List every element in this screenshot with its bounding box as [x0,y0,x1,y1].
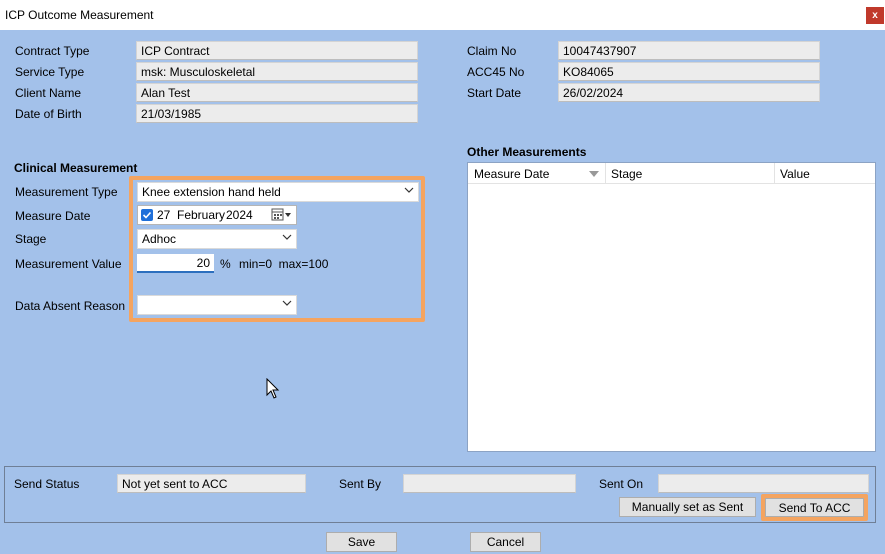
contract-type-label: Contract Type [15,44,90,58]
sent-on-field [658,474,869,493]
acc45-label: ACC45 No [467,65,525,79]
grid-header: Measure Date Stage Value [468,163,875,184]
measurement-type-label: Measurement Type [15,185,118,199]
manually-set-as-sent-button[interactable]: Manually set as Sent [619,497,756,517]
measure-date-day[interactable]: 27 [157,208,170,222]
close-button[interactable]: x [866,7,884,24]
measurement-type-select[interactable]: Knee extension hand held [137,182,419,202]
service-type-field: msk: Musculoskeletal [136,62,418,81]
chevron-down-icon [282,234,292,240]
measurement-unit: % [220,257,231,271]
calendar-icon[interactable] [271,208,291,222]
measure-date-year[interactable]: 2024 [226,208,253,222]
send-status-label: Send Status [14,477,80,491]
client-name-label: Client Name [15,86,82,100]
send-to-acc-button[interactable]: Send To ACC [765,498,864,517]
stage-label: Stage [15,232,47,246]
measure-date-label: Measure Date [15,209,91,223]
sent-by-label: Sent By [339,477,382,491]
chevron-down-icon [404,187,414,193]
title-bar: ICP Outcome Measurement x [0,0,885,30]
data-absent-reason-select[interactable] [137,295,297,315]
measure-date-checkbox[interactable] [141,209,153,221]
save-button[interactable]: Save [326,532,397,552]
checkmark-icon [142,211,152,219]
cancel-button[interactable]: Cancel [470,532,541,552]
sent-on-label: Sent On [599,477,644,491]
start-date-field: 26/02/2024 [558,83,820,102]
measure-date-month[interactable]: February [177,208,225,222]
mouse-cursor-icon [266,378,280,399]
column-header-stage[interactable]: Stage [605,163,775,184]
contract-type-field: ICP Contract [136,41,418,60]
window-title: ICP Outcome Measurement [5,8,154,22]
send-status-field: Not yet sent to ACC [117,474,306,493]
measure-date-picker[interactable]: 27 February 2024 [137,205,297,225]
column-header-measure-date[interactable]: Measure Date [468,163,606,184]
start-date-label: Start Date [467,86,522,100]
column-header-value[interactable]: Value [774,163,875,184]
measurement-type-value: Knee extension hand held [142,185,281,199]
claim-no-field: 10047437907 [558,41,820,60]
measurement-value-label: Measurement Value [15,257,122,271]
chevron-down-icon [282,300,292,306]
measurement-range: min=0 max=100 [239,257,329,271]
sent-by-field [403,474,576,493]
client-name-field: Alan Test [136,83,418,102]
service-type-label: Service Type [15,65,85,79]
acc45-field: KO84065 [558,62,820,81]
dob-field: 21/03/1985 [136,104,418,123]
stage-select[interactable]: Adhoc [137,229,297,249]
measurement-value-input[interactable]: 20 [137,254,214,273]
clinical-measurement-heading: Clinical Measurement [14,161,138,175]
stage-value: Adhoc [142,232,177,246]
dob-label: Date of Birth [15,107,82,121]
claim-no-label: Claim No [467,44,517,58]
data-absent-reason-label: Data Absent Reason [15,299,126,313]
sort-down-icon [589,171,599,177]
other-measurements-heading: Other Measurements [467,145,587,159]
other-measurements-grid[interactable]: Measure Date Stage Value [467,162,876,452]
